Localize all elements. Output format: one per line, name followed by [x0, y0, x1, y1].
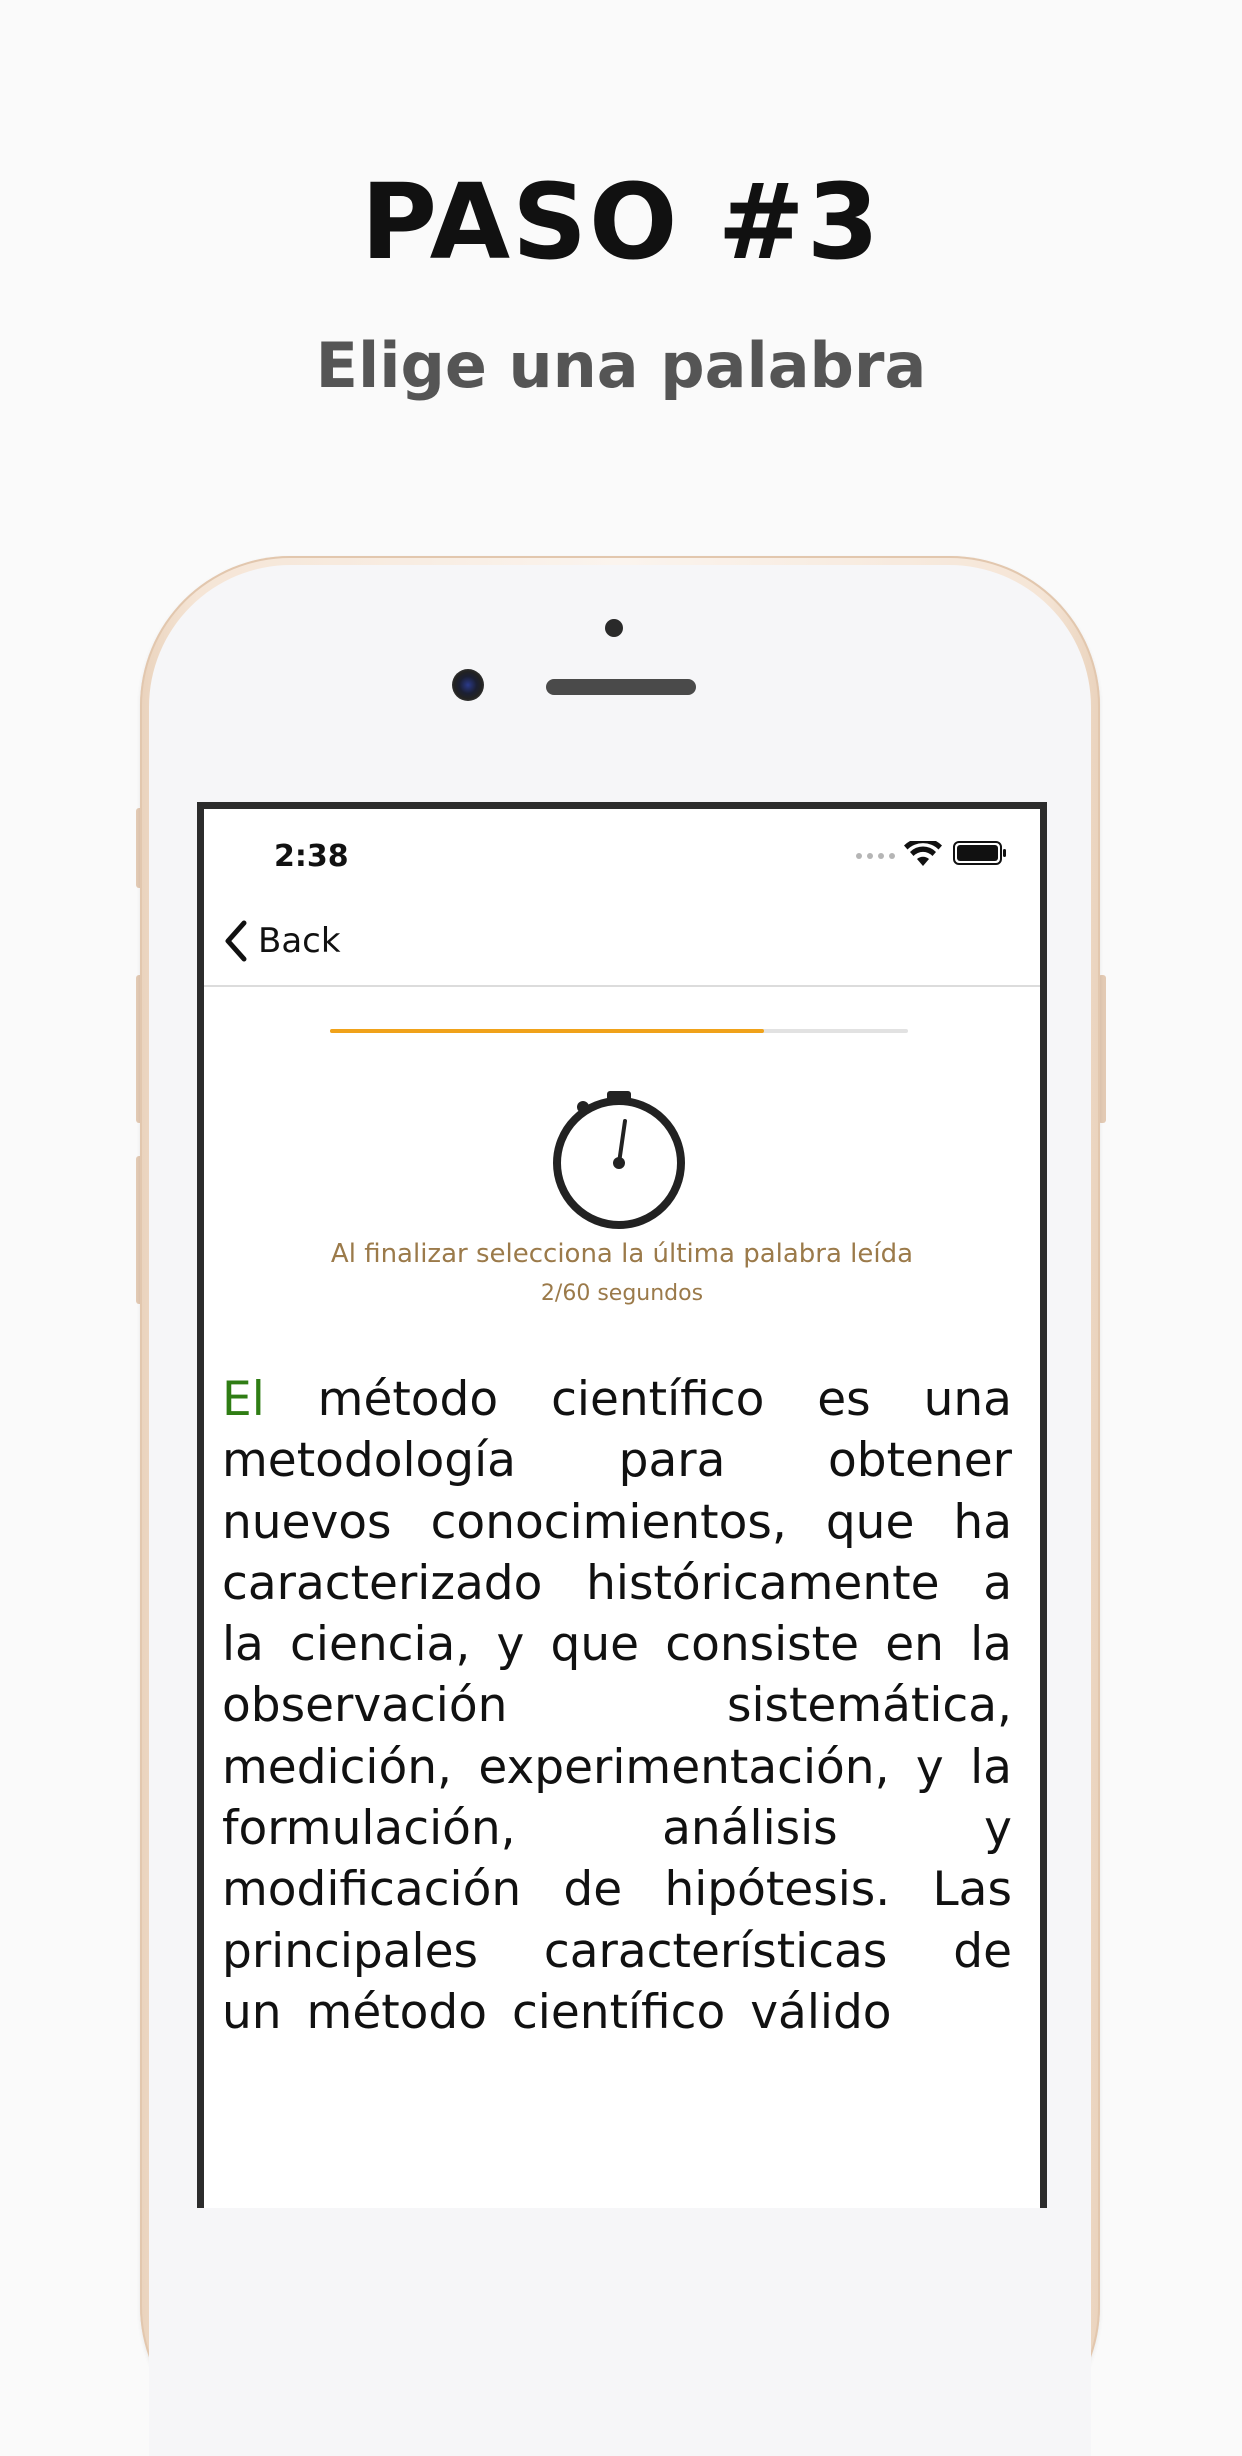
reading-word[interactable]: sistemática,: [727, 1678, 1012, 1733]
page-subtitle: Elige una palabra: [315, 329, 927, 402]
reading-word[interactable]: caracterizado: [222, 1556, 542, 1611]
status-bar: 2:38: [204, 809, 1040, 899]
reading-word[interactable]: hipótesis.: [664, 1862, 890, 1917]
chevron-left-icon: [225, 920, 247, 962]
reading-word[interactable]: experimentación,: [478, 1740, 889, 1795]
reading-word[interactable]: formulación,: [222, 1801, 516, 1856]
reading-word[interactable]: a: [983, 1556, 1012, 1611]
timer-instruction: Al finalizar selecciona la última palabr…: [330, 1239, 914, 1269]
reading-word[interactable]: que: [551, 1617, 640, 1672]
reading-word[interactable]: de: [953, 1924, 1012, 1979]
timer-elapsed: 2/60 segundos: [540, 1281, 704, 1306]
reading-progress-bar: [330, 1029, 908, 1033]
reading-progress-fill: [330, 1029, 764, 1033]
earpiece-speaker: [546, 679, 696, 695]
reading-word[interactable]: la: [970, 1740, 1012, 1795]
reading-passage: El método científico es una metodología …: [222, 1369, 1012, 2043]
reading-word[interactable]: método: [307, 1985, 487, 2040]
reading-word[interactable]: obtener: [828, 1433, 1012, 1488]
page-title: PASO #3: [360, 161, 882, 283]
reading-word[interactable]: científico: [551, 1372, 764, 1427]
reading-word[interactable]: en: [885, 1617, 944, 1672]
battery-icon: [953, 841, 1006, 865]
reading-word[interactable]: Las: [932, 1862, 1011, 1917]
reading-word[interactable]: científico: [512, 1985, 725, 2040]
reading-word[interactable]: observación: [222, 1678, 507, 1733]
reading-word[interactable]: El: [222, 1372, 265, 1427]
reading-word[interactable]: que: [826, 1495, 915, 1550]
reading-word[interactable]: y: [916, 1740, 944, 1795]
reading-word[interactable]: metodología: [222, 1433, 516, 1488]
navigation-bar: Back: [204, 899, 1040, 987]
reading-word[interactable]: principales: [222, 1924, 478, 1979]
reading-word[interactable]: válido: [750, 1985, 891, 2040]
stopwatch-icon: [553, 1091, 685, 1229]
reading-word[interactable]: ciencia,: [290, 1617, 470, 1672]
reading-word[interactable]: es: [817, 1372, 870, 1427]
reading-word[interactable]: la: [222, 1617, 264, 1672]
reading-word[interactable]: históricamente: [586, 1556, 939, 1611]
reading-word[interactable]: para: [619, 1433, 726, 1488]
phone-screen: 2:38 Back Al finalizar selecciona la últ…: [197, 802, 1047, 2208]
front-camera: [452, 669, 484, 701]
reading-word[interactable]: la: [970, 1617, 1012, 1672]
reading-word[interactable]: y: [496, 1617, 524, 1672]
reading-word[interactable]: medición,: [222, 1740, 452, 1795]
status-time: 2:38: [274, 839, 349, 874]
reading-word[interactable]: consiste: [665, 1617, 859, 1672]
reading-word[interactable]: análisis: [662, 1801, 838, 1856]
reading-word[interactable]: conocimientos,: [431, 1495, 787, 1550]
reading-word[interactable]: una: [924, 1372, 1012, 1427]
proximity-sensor: [605, 619, 623, 637]
reading-word[interactable]: un: [222, 1985, 282, 2040]
wifi-icon: [904, 841, 942, 866]
reading-word[interactable]: ha: [953, 1495, 1012, 1550]
reading-word[interactable]: nuevos: [222, 1495, 392, 1550]
back-label: Back: [258, 921, 341, 961]
reading-word[interactable]: de: [563, 1862, 622, 1917]
back-button[interactable]: Back: [220, 913, 341, 969]
reading-word[interactable]: y: [984, 1801, 1012, 1856]
reading-word[interactable]: modificación: [222, 1862, 521, 1917]
reading-word[interactable]: método: [318, 1372, 498, 1427]
reading-word[interactable]: características: [544, 1924, 887, 1979]
signal-dots-icon: [856, 853, 895, 859]
